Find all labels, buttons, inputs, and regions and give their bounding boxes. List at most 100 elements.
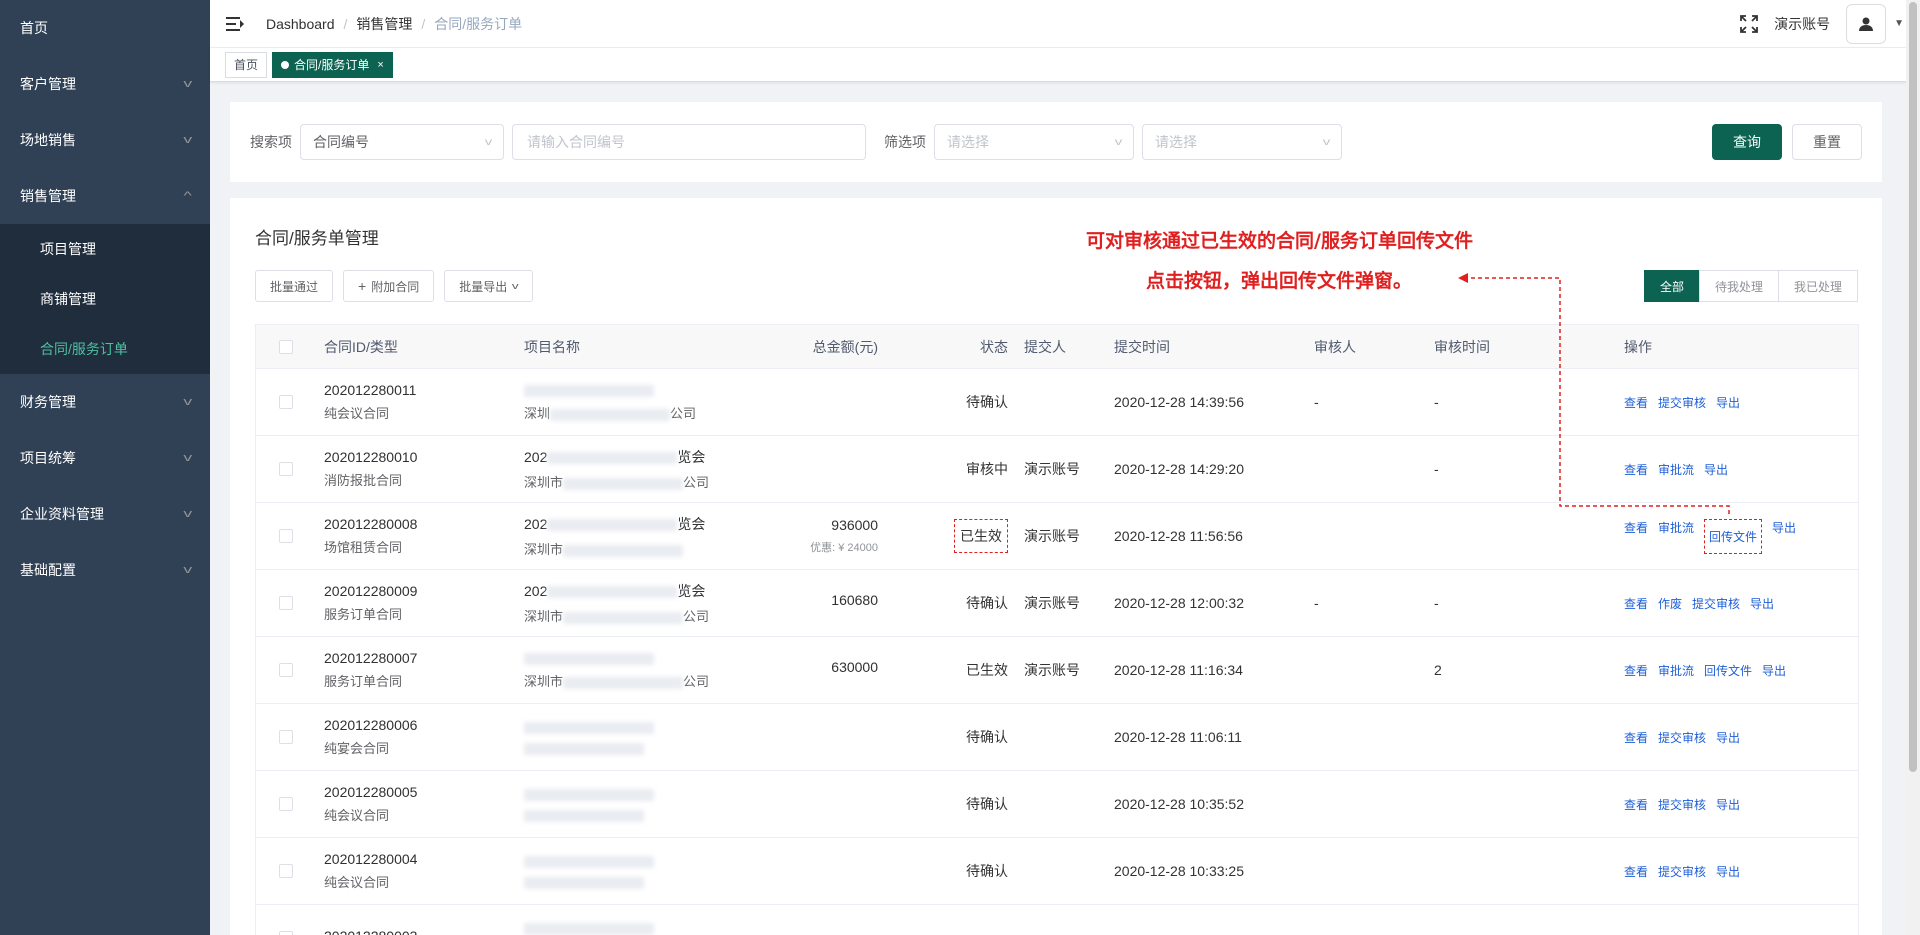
contract-number-input[interactable]: 请输入合同编号	[512, 124, 866, 160]
row-id-cell: 202012280011 纯会议合同	[316, 382, 516, 422]
sidebar-item-4[interactable]: 财务管理 v	[0, 374, 210, 430]
action-link-0[interactable]: 查看	[1624, 519, 1648, 554]
action-link-0[interactable]: 查看	[1624, 863, 1648, 880]
project-name-start: 202	[524, 583, 548, 599]
row-project-cell: 202 览会 深圳市	[516, 514, 756, 558]
segment-0[interactable]: 全部	[1643, 270, 1700, 302]
sidebar-subitem-1[interactable]: 商铺管理	[0, 274, 210, 324]
batch-pass-button[interactable]: 批量通过	[255, 270, 334, 302]
breadcrumb-sales[interactable]: 销售管理	[356, 14, 412, 34]
action-link-3[interactable]: 导出	[1762, 662, 1786, 679]
action-link-1[interactable]: 提交审核	[1658, 729, 1706, 746]
action-link-0[interactable]: 查看	[1624, 662, 1648, 679]
sidebar-item-0[interactable]: 首页	[0, 0, 210, 56]
row-select-cell	[256, 730, 316, 744]
row-submit-time-cell: 2020-12-28 12:00:32	[1106, 595, 1306, 611]
page-scrollbar[interactable]	[1906, 0, 1920, 935]
account-name[interactable]: 演示账号	[1774, 14, 1830, 34]
action-link-0[interactable]: 查看	[1624, 461, 1648, 478]
company-name-start: 深圳市	[524, 609, 564, 624]
action-link-0[interactable]: 查看	[1624, 796, 1648, 813]
sidebar-item-label: 场地销售	[20, 132, 76, 148]
breadcrumb-dashboard[interactable]: Dashboard	[266, 16, 335, 32]
close-icon[interactable]: ×	[377, 53, 383, 77]
action-link-1[interactable]: 审批流	[1658, 519, 1694, 554]
navbar: Dashboard / 销售管理 / 合同/服务订单 演示账号 ▼	[210, 0, 1920, 48]
row-submit-time-cell: 2020-12-28 11:16:34	[1106, 662, 1306, 678]
scrollbar-thumb[interactable]	[1909, 2, 1917, 772]
search-field-select[interactable]: 合同编号 v	[300, 124, 504, 160]
action-link-2[interactable]: 导出	[1704, 461, 1728, 478]
row-checkbox[interactable]	[279, 797, 293, 811]
sidebar-item-label: 基础配置	[20, 562, 76, 578]
contract-type: 纯会议合同	[324, 406, 390, 421]
table-row: 202012280005 纯会议合同 待确认 2020-12-28 10:35:…	[256, 771, 1858, 838]
sidebar-item-6[interactable]: 企业资料管理 v	[0, 486, 210, 542]
select-all-checkbox[interactable]	[279, 339, 293, 354]
action-link-3[interactable]: 导出	[1750, 595, 1774, 612]
filter-select-2[interactable]: 请选择 v	[1142, 124, 1342, 160]
redacted-block	[524, 385, 654, 398]
reset-button[interactable]: 重置	[1792, 124, 1862, 160]
header-id: 合同ID/类型	[324, 338, 398, 355]
action-link-0[interactable]: 查看	[1624, 394, 1648, 411]
sidebar-item-1[interactable]: 客户管理 v	[0, 56, 210, 112]
table-panel: 合同/服务单管理 批量通过 + 附加合同 批量导出 v 全部 待我处理 我已处理 合…	[230, 198, 1882, 935]
row-checkbox[interactable]	[279, 462, 293, 476]
filter-select-1[interactable]: 请选择 v	[934, 124, 1134, 160]
reviewer: -	[1314, 394, 1319, 410]
action-link-2[interactable]: 提交审核	[1692, 595, 1740, 612]
action-link-2[interactable]: 导出	[1716, 394, 1740, 411]
action-link-1[interactable]: 作废	[1658, 595, 1682, 612]
caret-down-icon[interactable]: ▼	[1894, 18, 1904, 29]
sidebar-subitem-2[interactable]: 合同/服务订单	[0, 324, 210, 374]
action-link-0[interactable]: 查看	[1624, 729, 1648, 746]
action-link-1[interactable]: 提交审核	[1658, 796, 1706, 813]
action-link-2[interactable]: 导出	[1716, 796, 1740, 813]
row-checkbox[interactable]	[279, 529, 293, 543]
sidebar-item-7[interactable]: 基础配置 v	[0, 542, 210, 598]
sidebar-item-3[interactable]: 销售管理 ^	[0, 168, 210, 224]
row-checkbox[interactable]	[279, 931, 293, 935]
query-button[interactable]: 查询	[1712, 124, 1782, 160]
row-review-time-cell: 2	[1426, 662, 1616, 678]
row-checkbox[interactable]	[279, 663, 293, 677]
tag-home[interactable]: 首页	[225, 51, 268, 78]
row-amount-cell	[756, 466, 886, 472]
add-contract-button[interactable]: + 附加合同	[343, 270, 435, 302]
submitter: 演示账号	[1024, 662, 1080, 678]
action-link-2[interactable]: 回传文件	[1704, 662, 1752, 679]
batch-export-button[interactable]: 批量导出 v	[444, 270, 533, 302]
row-checkbox[interactable]	[279, 864, 293, 878]
action-link-3[interactable]: 导出	[1772, 519, 1796, 554]
avatar[interactable]	[1846, 3, 1887, 44]
action-link-1[interactable]: 提交审核	[1658, 394, 1706, 411]
tag-label: 首页	[234, 57, 259, 72]
segment-1[interactable]: 待我处理	[1698, 270, 1779, 302]
row-actions-cell: 查看 提交审核 导出	[1616, 863, 1856, 880]
action-link-2[interactable]: 回传文件	[1704, 518, 1763, 554]
hamburger-icon[interactable]	[226, 16, 244, 32]
table-row: 202012280011 纯会议合同 深圳 公司 待确认 2020-12-28 1…	[256, 369, 1858, 436]
row-checkbox[interactable]	[279, 395, 293, 409]
action-link-2[interactable]: 导出	[1716, 729, 1740, 746]
tag-contract-orders[interactable]: 合同/服务订单 ×	[272, 51, 393, 78]
row-checkbox[interactable]	[279, 730, 293, 744]
segment-2[interactable]: 我已处理	[1777, 270, 1858, 302]
sidebar-subitem-0[interactable]: 项目管理	[0, 224, 210, 274]
row-submitter-cell: 演示账号	[1016, 526, 1106, 546]
action-link-1[interactable]: 审批流	[1658, 461, 1694, 478]
row-select-cell	[256, 931, 316, 935]
action-link-0[interactable]: 查看	[1624, 595, 1648, 612]
sidebar-item-2[interactable]: 场地销售 v	[0, 112, 210, 168]
row-checkbox[interactable]	[279, 596, 293, 610]
table-row: 202012280009 服务订单合同 202 览会 深圳市 公司 160680 待…	[256, 570, 1858, 637]
main-area: Dashboard / 销售管理 / 合同/服务订单 演示账号 ▼ 首页 合同/…	[210, 0, 1920, 935]
table-row: 202012280003	[256, 905, 1858, 935]
action-link-1[interactable]: 提交审核	[1658, 863, 1706, 880]
row-submitter-cell: 演示账号	[1016, 660, 1106, 680]
action-link-2[interactable]: 导出	[1716, 863, 1740, 880]
action-link-1[interactable]: 审批流	[1658, 662, 1694, 679]
fullscreen-icon[interactable]	[1740, 14, 1758, 33]
sidebar-item-5[interactable]: 项目统筹 v	[0, 430, 210, 486]
